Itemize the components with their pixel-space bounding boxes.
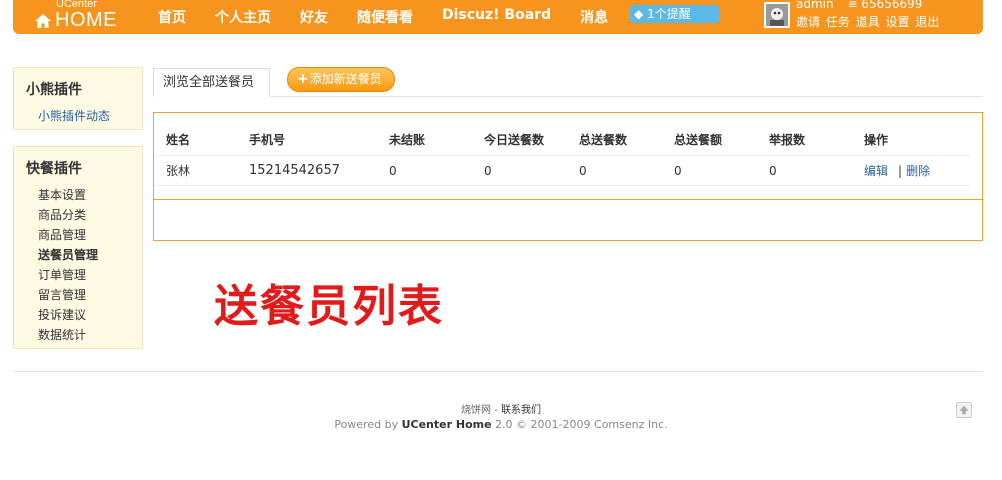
sidebar-item-orders[interactable]: 订单管理 — [38, 265, 142, 285]
sidebar-group-fastfood-plugin: 快餐插件 基本设置 商品分类 商品管理 送餐员管理 订单管理 留言管理 投诉建议… — [13, 146, 143, 349]
footer-product[interactable]: UCenter Home — [402, 418, 492, 431]
cell-today: 0 — [484, 163, 492, 178]
user-info: admin ≡ 65656699 — [796, 0, 922, 11]
action-separator: | — [898, 164, 903, 178]
credit-value: 65656699 — [861, 0, 923, 11]
courier-table: 姓名 手机号 未结账 今日送餐数 总送餐数 总送餐额 举报数 操作 张林 152… — [153, 112, 983, 241]
footer-powered: Powered by UCenter Home 2.0 © 2001-2009 … — [0, 418, 1002, 431]
col-today: 今日送餐数 — [484, 132, 545, 147]
tab-browse-all-couriers[interactable]: 浏览全部送餐员 — [153, 68, 270, 97]
footer-powered-by: Powered by — [334, 418, 399, 431]
plus-icon: + — [297, 71, 309, 87]
nav-item-profile[interactable]: 个人主页 — [215, 7, 271, 27]
sidebar-item-complaints[interactable]: 投诉建议 — [38, 305, 142, 325]
footer-version: 2.0 © 2001-2009 — [495, 418, 591, 431]
sidebar-item-bear-updates[interactable]: 小熊插件动态 — [38, 106, 142, 126]
username[interactable]: admin — [796, 0, 834, 11]
sidebar-item-couriers[interactable]: 送餐员管理 — [38, 245, 142, 265]
back-to-top-icon[interactable] — [956, 402, 972, 418]
avatar[interactable] — [764, 2, 790, 28]
sidebar-group-title: 快餐插件 — [26, 161, 82, 177]
cell-reports: 0 — [769, 163, 777, 178]
footer-company[interactable]: Comsenz Inc. — [594, 418, 668, 431]
col-amount: 总送餐额 — [674, 132, 723, 147]
nav-item-messages[interactable]: 消息 — [580, 7, 608, 27]
nav-item-explore[interactable]: 随便看看 — [357, 7, 413, 27]
notice-icon: ◆ — [634, 7, 644, 21]
col-total: 总送餐数 — [579, 132, 628, 147]
cell-actions: 编辑 | 删除 — [864, 162, 964, 179]
cell-phone: 15214542657 — [249, 163, 340, 178]
page-annotation: 送餐员列表 — [214, 281, 444, 332]
col-phone: 手机号 — [249, 132, 286, 147]
col-name: 姓名 — [166, 132, 191, 147]
add-courier-button[interactable]: +添加新送餐员 — [287, 67, 395, 92]
logo-main-text: HOME — [55, 9, 117, 31]
footer-site-name[interactable]: 烧饼网 — [461, 405, 491, 416]
footer-links: 烧饼网 - 联系我们 — [0, 401, 1002, 416]
link-logout[interactable]: 退出 — [915, 15, 939, 29]
col-actions: 操作 — [864, 132, 889, 147]
col-unpaid: 未结账 — [389, 132, 426, 147]
edit-link[interactable]: 编辑 — [864, 164, 888, 178]
notification-badge[interactable]: ◆ 1个提醒 — [630, 5, 719, 23]
top-header: UCenter HOME 首页 个人主页 好友 随便看看 Discuz! Boa… — [13, 0, 983, 34]
sidebar-item-statistics[interactable]: 数据统计 — [38, 325, 142, 345]
sidebar-item-messages[interactable]: 留言管理 — [38, 285, 142, 305]
sidebar-item-basic-settings[interactable]: 基本设置 — [38, 185, 142, 205]
add-courier-label: 添加新送餐员 — [309, 72, 382, 86]
delete-link[interactable]: 删除 — [906, 164, 930, 178]
cell-name: 张林 — [166, 164, 191, 178]
nav-item-board[interactable]: Discuz! Board — [442, 7, 551, 27]
user-links: 邀请 任务 道具 设置 退出 — [796, 13, 941, 30]
sidebar-item-products[interactable]: 商品管理 — [38, 225, 142, 245]
main-nav: 首页 个人主页 好友 随便看看 Discuz! Board 消息 — [158, 7, 637, 27]
nav-item-friends[interactable]: 好友 — [300, 7, 328, 27]
link-invite[interactable]: 邀请 — [796, 15, 820, 29]
cell-total: 0 — [579, 163, 587, 178]
credit-icon: ≡ — [847, 0, 858, 11]
footer-dash: - — [494, 405, 498, 416]
notice-text: 1个提醒 — [647, 7, 691, 21]
sidebar-item-categories[interactable]: 商品分类 — [38, 205, 142, 225]
cell-unpaid: 0 — [389, 163, 397, 178]
footer-contact-link[interactable]: 联系我们 — [501, 405, 541, 416]
avatar-image — [766, 4, 788, 26]
table-divider — [154, 199, 982, 200]
link-tasks[interactable]: 任务 — [826, 15, 850, 29]
tab-divider — [153, 96, 983, 97]
cell-amount: 0 — [674, 163, 682, 178]
table-header-row: 姓名 手机号 未结账 今日送餐数 总送餐数 总送餐额 举报数 操作 — [154, 124, 970, 154]
col-reports: 举报数 — [769, 132, 806, 147]
sidebar-group-bear-plugin: 小熊插件 小熊插件动态 — [13, 67, 143, 130]
table-row: 张林 15214542657 0 0 0 0 0 编辑 | 删除 — [154, 155, 970, 186]
footer-divider — [13, 371, 983, 372]
nav-item-home[interactable]: 首页 — [158, 7, 186, 27]
link-settings[interactable]: 设置 — [886, 15, 910, 29]
sidebar-group-title: 小熊插件 — [26, 82, 82, 98]
link-props[interactable]: 道具 — [856, 15, 880, 29]
home-icon — [35, 14, 51, 28]
arrow-up-icon — [959, 405, 969, 415]
